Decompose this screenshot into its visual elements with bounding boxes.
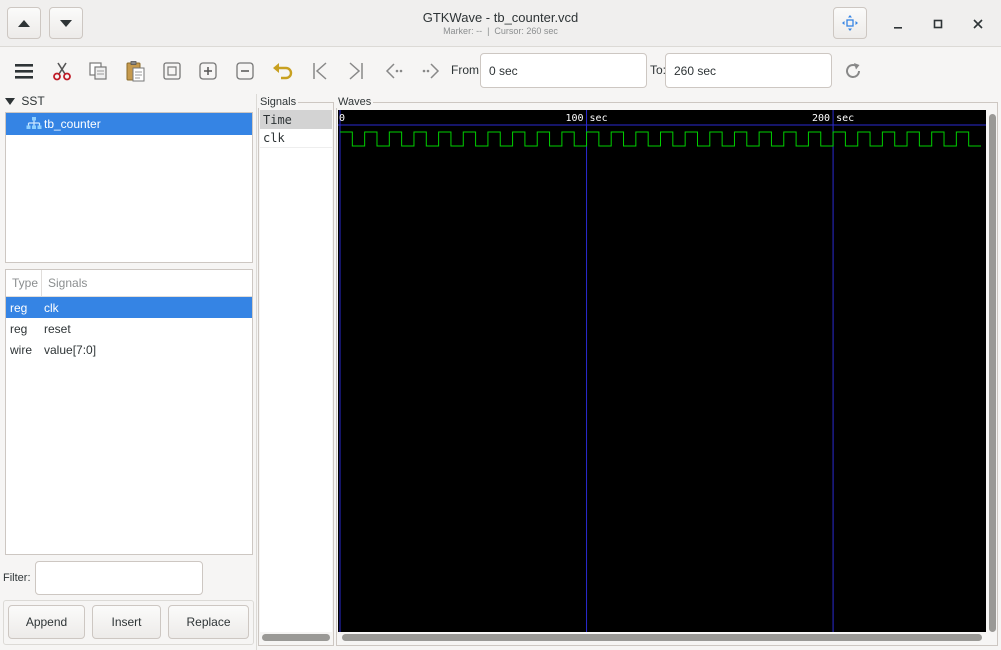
arrow-down-icon (60, 19, 72, 27)
minimize-button[interactable] (884, 10, 912, 38)
move-icon (842, 15, 858, 31)
to-label: To: (650, 63, 667, 77)
waves-pane-label: Waves (336, 96, 374, 108)
expander-down-icon (5, 98, 15, 105)
menu-icon (15, 64, 33, 79)
waveform-background (338, 110, 986, 632)
filter-label: Filter: (3, 572, 31, 584)
scroll-down-button[interactable] (49, 7, 83, 39)
undo-icon (273, 63, 293, 80)
previous-edge-icon (385, 63, 403, 79)
signal-name: clk (44, 300, 59, 315)
signal-row-clk[interactable]: reg clk (6, 297, 252, 318)
to-time-input[interactable]: 260 sec (665, 53, 832, 88)
reload-icon (846, 63, 860, 78)
maximize-icon (933, 19, 943, 29)
zoom-out-icon (236, 62, 254, 80)
ruler-tick-label: 200 (812, 113, 830, 124)
undo-button[interactable] (268, 54, 298, 88)
pane-divider[interactable] (256, 94, 257, 650)
filter-input[interactable] (35, 561, 203, 595)
next-edge-button[interactable] (416, 54, 446, 88)
ruler-tick-label: 0 (339, 113, 345, 124)
signal-row-reset[interactable]: reg reset (6, 318, 252, 339)
replace-button[interactable]: Replace (168, 605, 249, 639)
insert-button[interactable]: Insert (92, 605, 161, 639)
signals-hscrollbar[interactable] (262, 634, 330, 641)
paste-icon (126, 61, 145, 82)
signal-time-row[interactable]: Time (260, 110, 332, 129)
scroll-up-button[interactable] (7, 7, 41, 39)
menu-button[interactable] (9, 54, 39, 88)
maximize-button[interactable] (924, 10, 952, 38)
signal-type: reg (10, 300, 28, 315)
ruler-tick-unit: sec (590, 113, 608, 124)
tree-item-label: tb_counter (44, 117, 101, 131)
signal-list-header: Type Signals (6, 270, 252, 297)
zoom-fit-icon (163, 62, 181, 80)
tree-item-tb-counter[interactable]: tb_counter (6, 113, 252, 135)
go-to-end-icon (349, 62, 363, 80)
sst-header[interactable]: SST (5, 94, 45, 108)
go-to-start-icon (313, 62, 327, 80)
waveform-canvas[interactable]: 0 100 sec 200 sec (338, 110, 986, 632)
sst-label: SST (21, 94, 45, 108)
signal-name: value[7:0] (44, 342, 97, 357)
signal-list: Type Signals reg clk reg reset wire valu… (5, 269, 253, 555)
close-button[interactable] (964, 10, 992, 38)
minimize-icon (894, 27, 902, 29)
signal-type: reg (10, 321, 28, 336)
cursor-status: Cursor: 260 sec (494, 26, 558, 36)
window-subtitle: Marker: -- | Cursor: 260 sec (300, 26, 701, 36)
marker-status: Marker: -- (443, 26, 483, 36)
next-edge-icon (422, 63, 440, 79)
zoom-fit-button[interactable] (157, 54, 187, 88)
arrow-up-icon (18, 19, 30, 27)
go-to-end-button[interactable] (341, 54, 371, 88)
from-label: From: (451, 63, 483, 77)
title-bar: GTKWave - tb_counter.vcd Marker: -- | Curs… (0, 0, 1001, 47)
column-signals[interactable]: Signals (42, 276, 87, 290)
signals-pane-label: Signals (258, 96, 299, 108)
sst-tree: tb_counter (5, 112, 253, 263)
copy-button[interactable] (83, 54, 113, 88)
zoom-out-button[interactable] (230, 54, 260, 88)
zoom-in-button[interactable] (193, 54, 223, 88)
waves-hscrollbar[interactable] (342, 634, 982, 641)
fullscreen-button[interactable] (833, 7, 867, 39)
paste-button[interactable] (120, 54, 150, 88)
previous-edge-button[interactable] (379, 54, 409, 88)
copy-icon (89, 62, 107, 80)
go-to-start-button[interactable] (305, 54, 335, 88)
close-icon (973, 19, 983, 29)
subtitle-separator: | (487, 26, 490, 36)
cut-button[interactable] (47, 54, 77, 88)
signal-name: reset (44, 321, 71, 336)
window-title: GTKWave - tb_counter.vcd (422, 10, 579, 25)
cut-icon (53, 62, 71, 81)
reload-button[interactable] (838, 54, 868, 88)
hierarchy-icon (26, 117, 42, 129)
signals-list: Time clk (260, 110, 332, 632)
column-type[interactable]: Type (6, 270, 42, 296)
ruler-tick-label: 100 (565, 113, 583, 124)
signal-row-value[interactable]: wire value[7:0] (6, 339, 252, 360)
waves-vscrollbar[interactable] (989, 114, 996, 632)
from-time-input[interactable]: 0 sec (480, 53, 647, 88)
ruler-tick-unit: sec (836, 113, 854, 124)
signal-clk-row[interactable]: clk (260, 129, 332, 148)
zoom-in-icon (199, 62, 217, 80)
signal-type: wire (10, 342, 33, 357)
append-button[interactable]: Append (8, 605, 85, 639)
